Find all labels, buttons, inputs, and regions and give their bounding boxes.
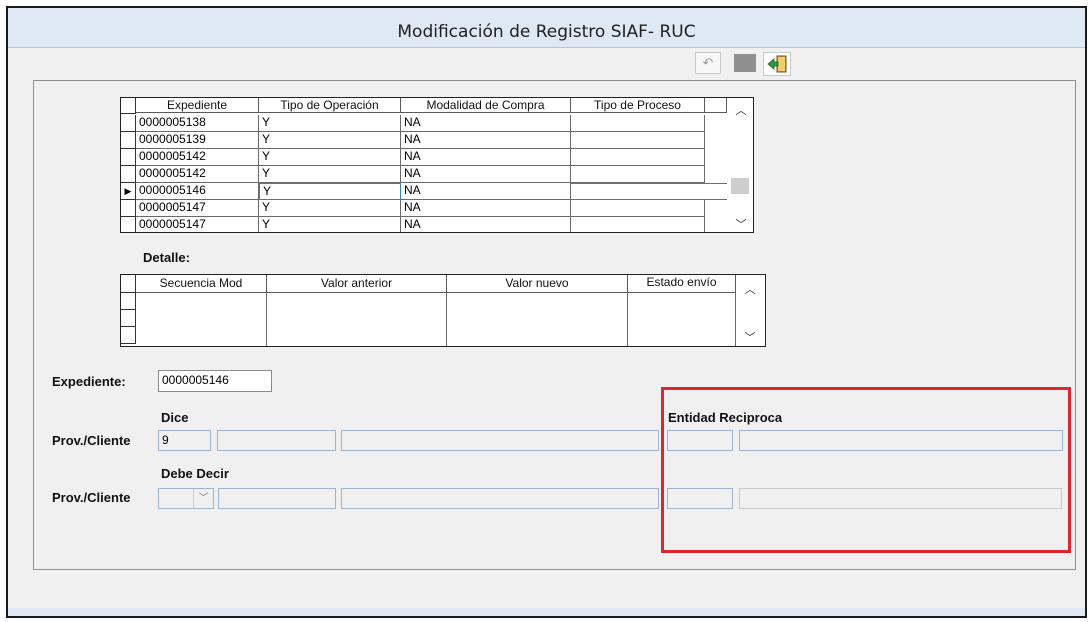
dice-label: Dice bbox=[161, 410, 189, 425]
expediente-label: Expediente: bbox=[52, 374, 126, 389]
table-cell[interactable]: NA bbox=[401, 183, 571, 200]
table-cell[interactable]: NA bbox=[401, 132, 571, 149]
table-cell[interactable]: Y bbox=[259, 115, 401, 132]
table-cell[interactable]: NA bbox=[401, 149, 571, 166]
table-cell[interactable] bbox=[571, 183, 733, 200]
col-header-secuencia-mod[interactable]: Secuencia Mod bbox=[136, 275, 267, 293]
row-selector[interactable] bbox=[121, 200, 136, 217]
table-cell[interactable]: NA bbox=[401, 115, 571, 132]
grid-scrollbar[interactable]: ︿ ﹀ bbox=[727, 98, 753, 232]
table-cell[interactable]: Y bbox=[259, 149, 401, 166]
col-header-tipo-proceso[interactable]: Tipo de Proceso bbox=[571, 98, 705, 113]
row-selector[interactable] bbox=[121, 166, 136, 183]
table-cell[interactable]: 0000005142 bbox=[136, 149, 259, 166]
table-cell[interactable]: Y bbox=[259, 166, 401, 183]
table-cell[interactable]: NA bbox=[401, 166, 571, 183]
prov-cliente-label: Prov./Cliente bbox=[52, 490, 131, 505]
col-header-filler bbox=[705, 98, 727, 113]
undo-button[interactable]: ↶ bbox=[695, 52, 721, 74]
prov-cliente-ruc-field[interactable] bbox=[217, 430, 336, 451]
title-bar: Modificación de Registro SIAF- RUC bbox=[8, 8, 1085, 48]
scroll-down-icon[interactable]: ﹀ bbox=[736, 329, 764, 345]
row-selector[interactable] bbox=[121, 327, 136, 344]
row-selector[interactable] bbox=[121, 217, 136, 232]
table-cell[interactable]: 0000005146 bbox=[136, 183, 259, 200]
table-cell[interactable]: 0000005139 bbox=[136, 132, 259, 149]
window-title: Modificación de Registro SIAF- RUC bbox=[397, 22, 696, 42]
table-cell[interactable]: NA bbox=[401, 200, 571, 217]
prov-cliente-name-field[interactable] bbox=[341, 430, 659, 451]
status-strip bbox=[8, 608, 1085, 616]
exit-icon bbox=[767, 55, 787, 73]
debe-decir-ruc-field[interactable] bbox=[218, 488, 336, 509]
table-cell[interactable] bbox=[571, 217, 705, 232]
stop-icon bbox=[734, 54, 756, 72]
scroll-up-icon[interactable]: ︿ bbox=[736, 281, 764, 297]
row-selector[interactable] bbox=[121, 293, 136, 310]
prov-cliente-label: Prov./Cliente bbox=[52, 433, 131, 448]
table-cell-active[interactable]: Y bbox=[259, 183, 401, 200]
scroll-down-icon[interactable]: ﹀ bbox=[727, 216, 753, 232]
row-selector[interactable] bbox=[121, 310, 136, 327]
detalle-label: Detalle: bbox=[143, 250, 190, 265]
exit-button[interactable] bbox=[763, 52, 791, 76]
col-header-modalidad-compra[interactable]: Modalidad de Compra bbox=[401, 98, 571, 113]
debe-decir-label: Debe Decir bbox=[161, 466, 229, 481]
debe-decir-name-field[interactable] bbox=[341, 488, 659, 509]
col-header-estado-envio[interactable]: Estado envío bbox=[628, 275, 736, 293]
col-header-expediente[interactable]: Expediente bbox=[136, 98, 259, 113]
grid-corner bbox=[121, 98, 136, 114]
scroll-up-icon[interactable]: ︿ bbox=[727, 102, 753, 118]
expediente-field[interactable]: 0000005146 bbox=[158, 370, 272, 392]
table-cell[interactable] bbox=[136, 293, 267, 346]
col-header-tipo-operacion[interactable]: Tipo de Operación bbox=[259, 98, 401, 113]
table-cell[interactable]: 0000005142 bbox=[136, 166, 259, 183]
table-cell[interactable]: NA bbox=[401, 217, 571, 232]
chevron-down-icon[interactable]: ﹀ bbox=[193, 489, 213, 508]
detalle-scrollbar[interactable]: ︿ ﹀ bbox=[736, 275, 764, 346]
table-cell[interactable] bbox=[267, 293, 447, 346]
table-cell[interactable]: 0000005147 bbox=[136, 217, 259, 232]
scroll-thumb[interactable] bbox=[731, 178, 749, 194]
table-cell[interactable] bbox=[571, 115, 705, 132]
row-selector[interactable] bbox=[121, 149, 136, 166]
stop-button[interactable] bbox=[732, 52, 758, 74]
expedientes-grid[interactable]: Expediente Tipo de Operación Modalidad d… bbox=[120, 97, 754, 233]
highlight-box bbox=[661, 387, 1071, 553]
table-cell[interactable] bbox=[571, 166, 705, 183]
prov-cliente-combo[interactable]: ﹀ bbox=[158, 488, 214, 509]
table-cell[interactable]: Y bbox=[259, 132, 401, 149]
row-selector[interactable] bbox=[121, 115, 136, 132]
table-cell[interactable]: Y bbox=[259, 217, 401, 232]
detalle-grid[interactable]: Secuencia Mod Valor anterior Valor nuevo… bbox=[120, 274, 766, 347]
table-cell[interactable] bbox=[571, 132, 705, 149]
table-cell[interactable] bbox=[571, 200, 705, 217]
table-cell[interactable] bbox=[447, 293, 628, 346]
table-cell[interactable]: 0000005138 bbox=[136, 115, 259, 132]
table-cell[interactable] bbox=[628, 293, 736, 346]
table-cell[interactable]: Y bbox=[259, 200, 401, 217]
undo-icon: ↶ bbox=[702, 55, 714, 70]
row-indicator-current[interactable]: ▶ bbox=[121, 183, 136, 200]
col-header-valor-nuevo[interactable]: Valor nuevo bbox=[447, 275, 628, 293]
prov-cliente-code-field[interactable]: 9 bbox=[158, 430, 211, 451]
row-selector[interactable] bbox=[121, 132, 136, 149]
grid-corner bbox=[121, 275, 136, 293]
table-cell[interactable] bbox=[571, 149, 705, 166]
table-cell[interactable]: 0000005147 bbox=[136, 200, 259, 217]
col-header-valor-anterior[interactable]: Valor anterior bbox=[267, 275, 447, 293]
